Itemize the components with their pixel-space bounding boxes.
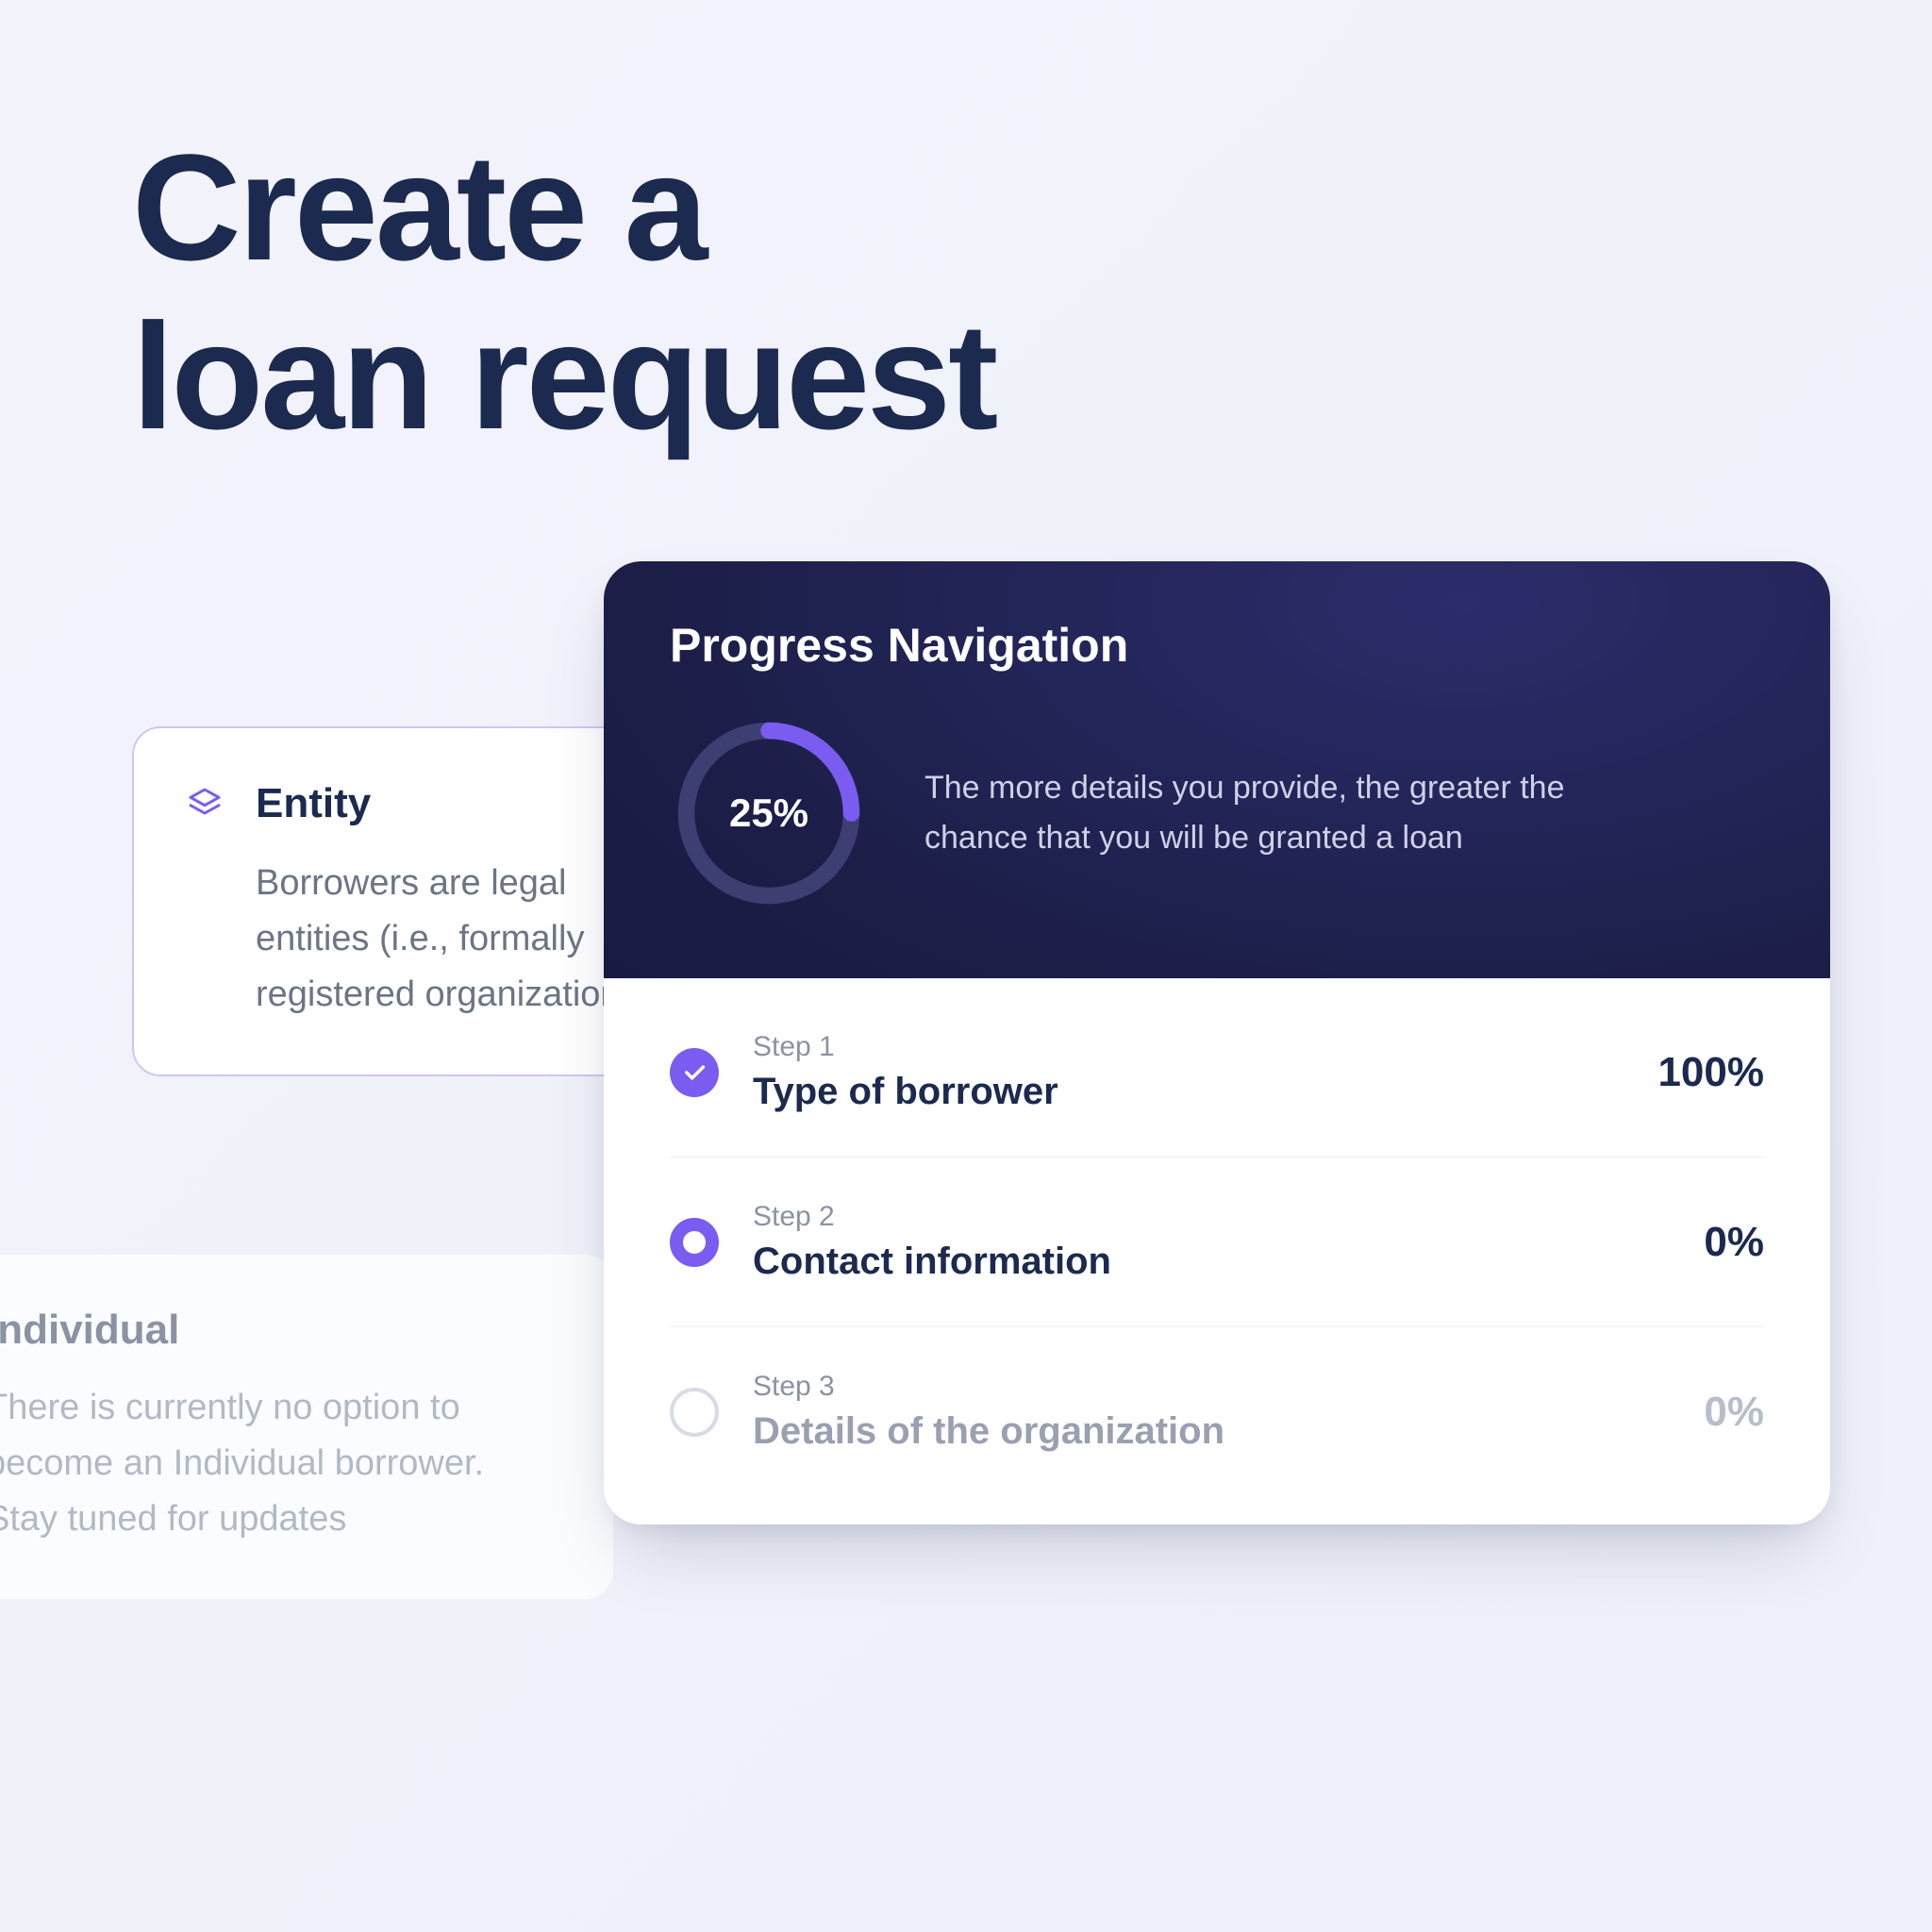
check-icon [670,1048,719,1097]
step-title: Details of the organization [753,1410,1670,1453]
active-step-icon [670,1218,719,1267]
progress-heading: Progress Navigation [670,618,1764,673]
step-percent: 100% [1657,1049,1764,1096]
step-percent: 0% [1704,1219,1764,1266]
step-type-of-borrower[interactable]: Step 1 Type of borrower 100% [670,988,1764,1158]
step-percent: 0% [1704,1389,1764,1436]
step-title: Contact information [753,1241,1670,1283]
progress-steps: Step 1 Type of borrower 100% Step 2 Cont… [604,978,1830,1524]
individual-heading: Individual [0,1307,561,1354]
layers-icon [186,785,224,823]
individual-description: There is currently no option to become a… [0,1380,561,1547]
step-label: Step 2 [753,1201,1670,1233]
progress-ring: 25% [670,714,868,912]
entity-description: Borrowers are legal entities (i.e., form… [186,856,663,1023]
entity-heading: Entity [256,780,371,827]
step-label: Step 1 [753,1031,1624,1063]
idle-step-icon [670,1388,719,1437]
step-details-of-the-organization[interactable]: Step 3 Details of the organization 0% [670,1327,1764,1496]
page-title: Create aloan request [132,123,995,460]
progress-navigation-card: Progress Navigation 25% The more details… [604,561,1830,1524]
progress-header: Progress Navigation 25% The more details… [604,561,1830,978]
individual-card: Individual There is currently no option … [0,1255,613,1599]
step-title: Type of borrower [753,1071,1624,1113]
step-contact-information[interactable]: Step 2 Contact information 0% [670,1158,1764,1327]
progress-description: The more details you provide, the greate… [924,763,1604,862]
step-label: Step 3 [753,1371,1670,1403]
progress-percent-label: 25% [670,714,868,912]
